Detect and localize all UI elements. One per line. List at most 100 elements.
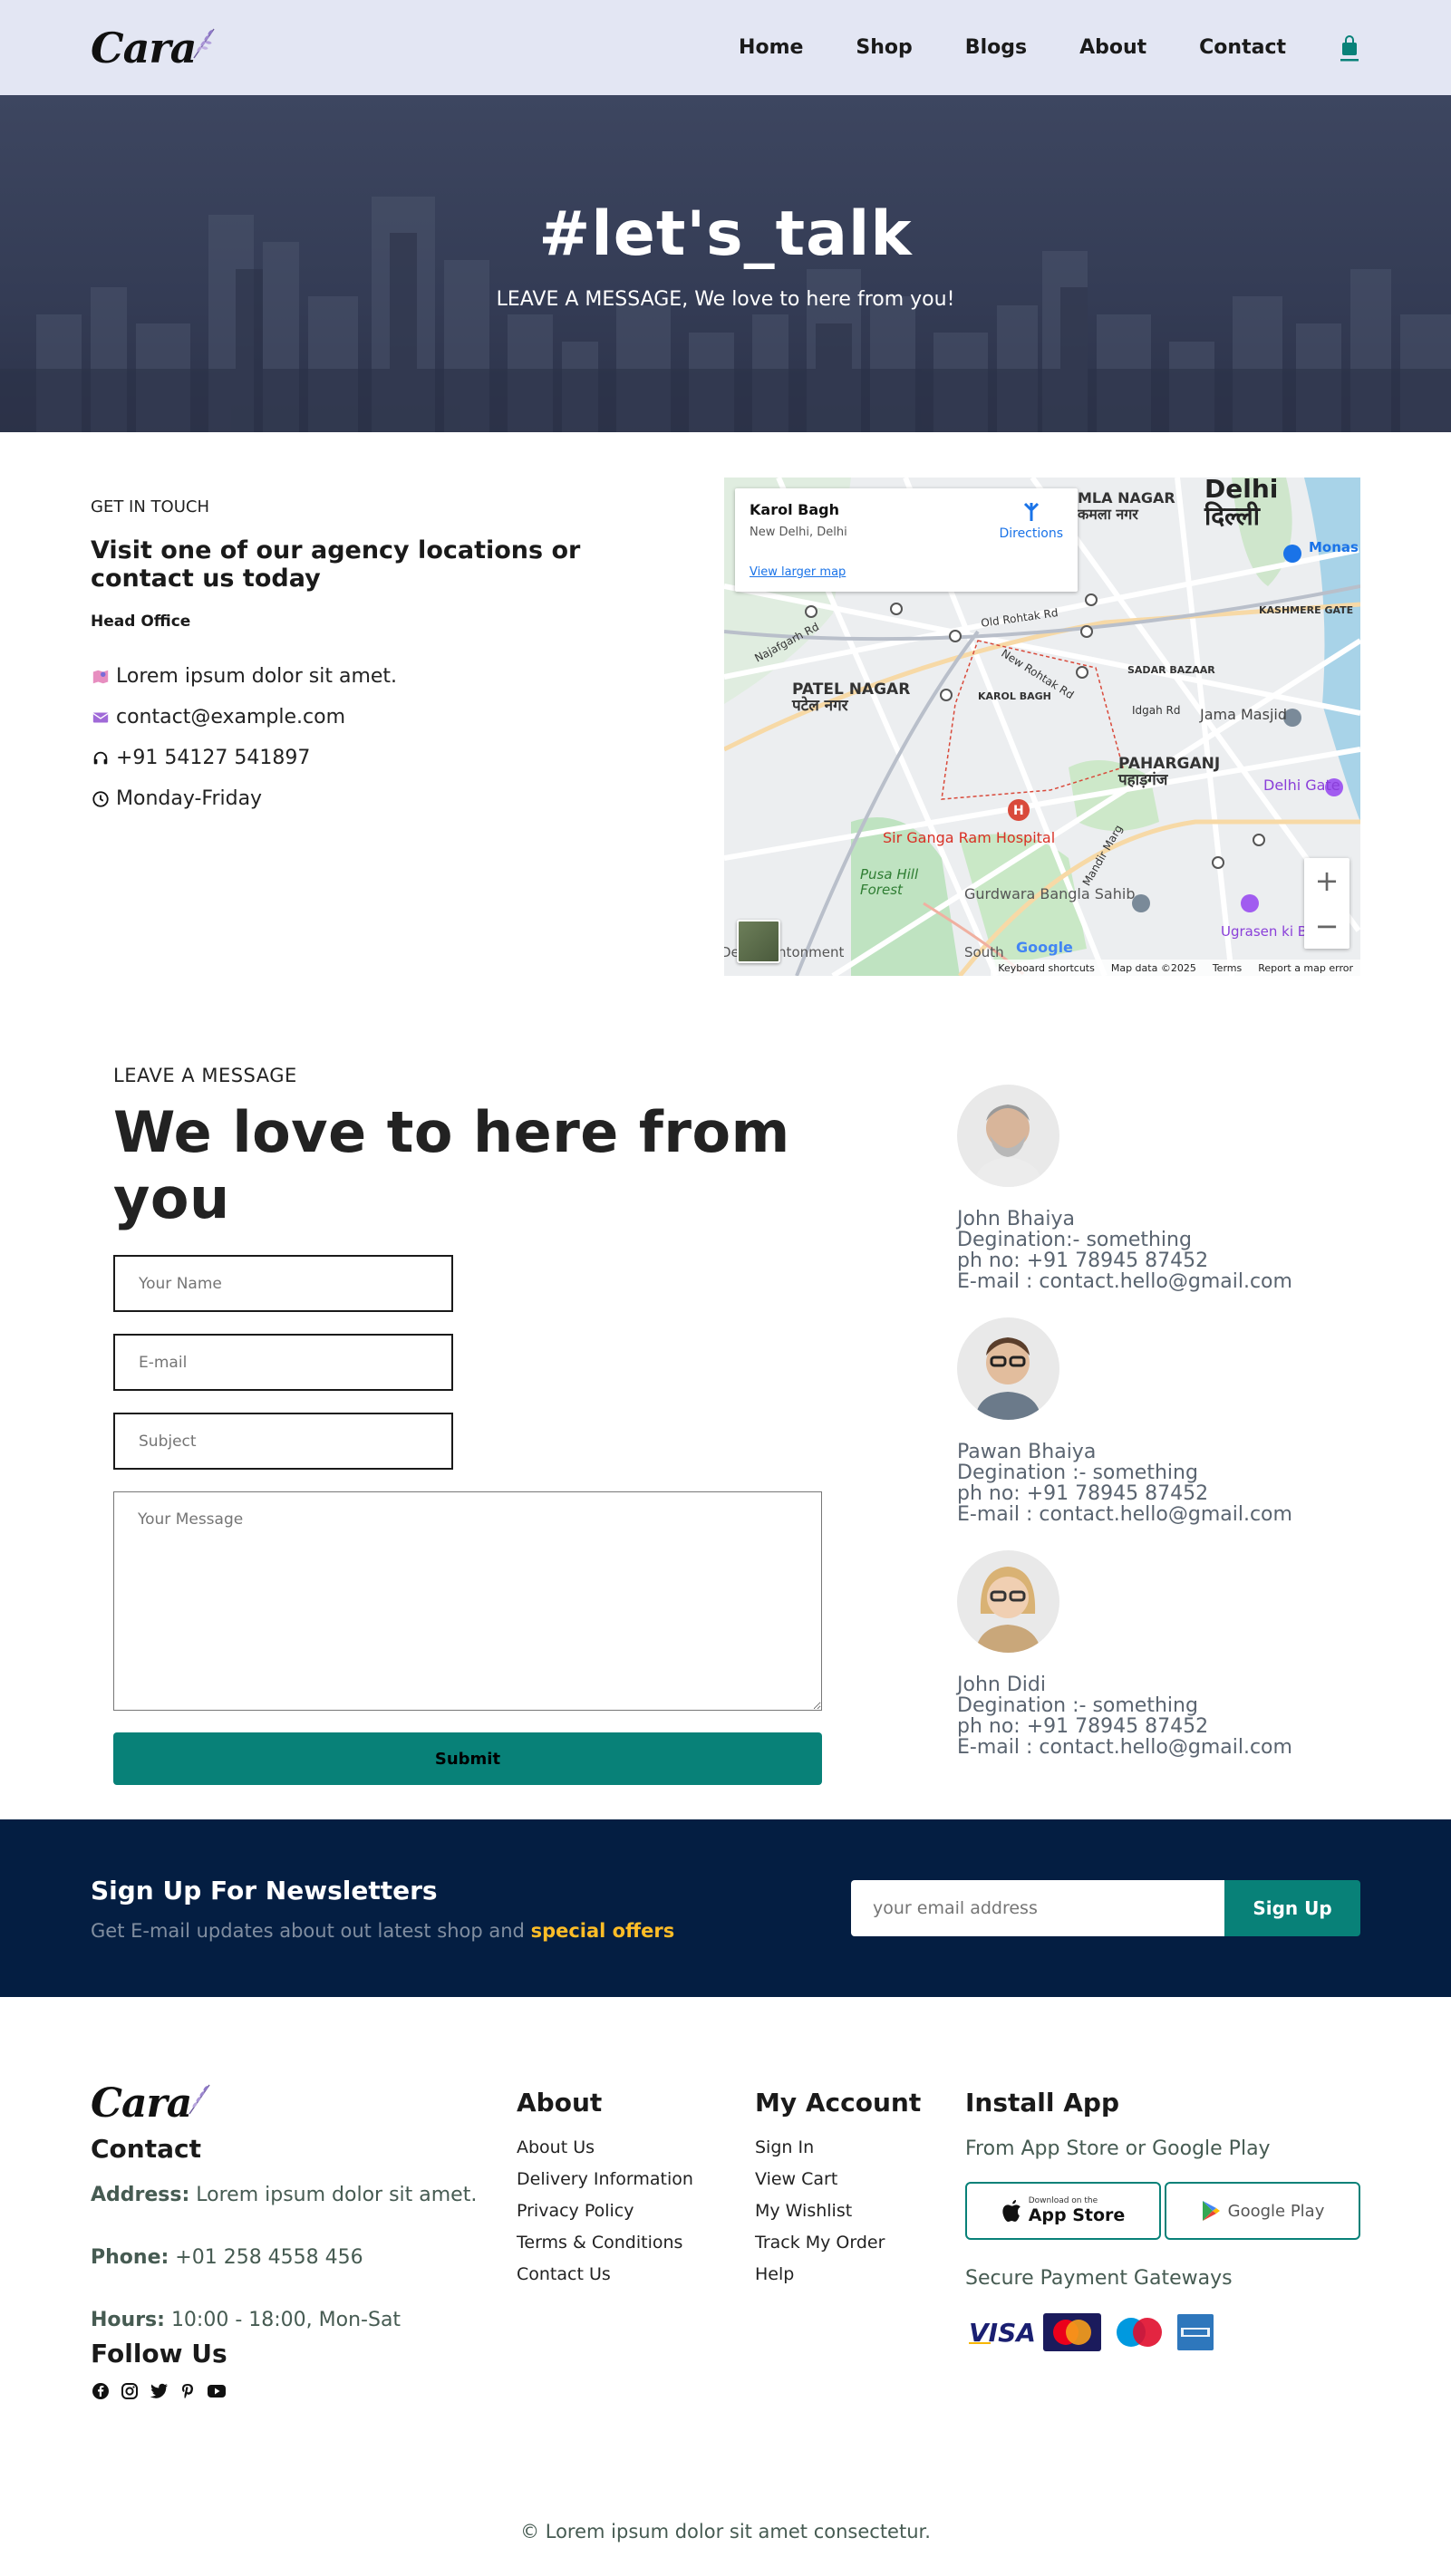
wishlist-link[interactable]: My Wishlist [755,2201,965,2221]
map-label-gurdwara: Gurdwara Bangla Sahib [964,885,1136,902]
follow-us-title: Follow Us [91,2339,227,2369]
keyboard-shortcuts-link[interactable]: Keyboard shortcuts [998,962,1095,974]
visa-icon: VISA [969,2318,1034,2348]
privacy-policy-link[interactable]: Privacy Policy [517,2201,755,2221]
social-links [91,2381,517,2401]
footer-contact-title: Contact [91,2134,201,2164]
map-label-kamla: MLA NAGAR कमला नगर [1078,490,1175,523]
american-express-icon [1177,2314,1214,2350]
member-role: Degination:- something [957,1229,1192,1251]
newsletter-section: Sign Up For Newsletters Get E-mail updat… [0,1819,1451,1997]
site-logo[interactable]: Cara [91,24,221,72]
map-label-karolbagh: KAROL BAGH [978,690,1051,702]
map-label-idgah: Idgah Rd [1132,704,1181,717]
team-member: John Didi Degination :- something ph no:… [957,1550,1360,1758]
help-link[interactable]: Help [755,2264,965,2284]
about-us-link[interactable]: About Us [517,2137,755,2157]
pinterest-icon[interactable] [178,2381,198,2401]
contact-form: LEAVE A MESSAGE We love to here from you… [113,1065,822,1785]
directions-label: Directions [999,526,1063,541]
address-row: Lorem ipsum dolor sit amet. [91,665,671,688]
delivery-info-link[interactable]: Delivery Information [517,2169,755,2189]
newsletter-description: Get E-mail updates about out latest shop… [91,1920,674,1942]
install-app-title: Install App [965,2088,1119,2118]
map-label-paharganj: PAHARGANJ पहाड़गंज [1118,756,1220,788]
report-error-link[interactable]: Report a map error [1258,962,1353,974]
view-cart-link[interactable]: View Cart [755,2169,965,2189]
nav-about[interactable]: About [1079,36,1146,59]
youtube-icon[interactable] [207,2381,227,2401]
member-name: Pawan Bhaiya [957,1441,1097,1463]
nav-blogs[interactable]: Blogs [965,36,1027,59]
footer-logo[interactable]: Cara [91,2080,517,2127]
submit-button[interactable]: Submit [113,1732,822,1785]
map-data-text: Map data ©2025 [1110,961,1196,974]
member-role: Degination :- something [957,1694,1198,1717]
directions-button[interactable]: Directions [999,501,1063,541]
twitter-icon[interactable] [149,2381,169,2401]
hero-title: #let's_talk [538,198,913,270]
map-icon [91,667,111,687]
map-label-hospital: Sir Ganga Ram Hospital [883,829,1056,846]
head-office-label: Head Office [91,613,191,632]
my-account-title: My Account [755,2088,922,2118]
satellite-toggle[interactable] [737,920,780,963]
shopping-bag-icon[interactable] [1339,34,1360,62]
sign-in-link[interactable]: Sign In [755,2137,965,2157]
phone-text[interactable]: +91 54127 541897 [116,747,310,769]
footer-account-column: My Account Sign In View Cart My Wishlist… [755,2080,965,2401]
install-app-subtitle: From App Store or Google Play [965,2137,1271,2160]
patel-hi: पटेल नगर [792,697,848,715]
member-role: Degination :- something [957,1462,1198,1484]
google-play-button[interactable]: Google Play [1165,2182,1360,2240]
member-phone: ph no: +91 78945 87452 [957,1715,1209,1738]
location-map[interactable]: H Delhi दिल्ली MLA NAGAR कमला नगर Monas KA… [724,478,1360,976]
address-label: Address: [91,2184,190,2206]
zoom-in-button[interactable]: + [1304,858,1349,903]
team-list: John Bhaiya Degination:- something ph no… [957,1085,1360,1785]
footer-columns: Cara Contact Address: Lorem ipsum dolor … [0,2080,1451,2401]
google-logo: Google [1016,939,1073,956]
newsletter-title: Sign Up For Newsletters [91,1875,438,1905]
contact-us-link[interactable]: Contact Us [517,2264,755,2284]
map-label-south: South [964,944,1004,960]
name-input[interactable] [113,1255,453,1312]
avatar [957,1085,1059,1187]
team-member-details: John Bhaiya Degination:- something ph no… [957,1209,1360,1292]
about-links: About Us Delivery Information Privacy Po… [517,2137,755,2284]
map-terms-link[interactable]: Terms [1213,962,1242,974]
nav-contact[interactable]: Contact [1199,36,1286,59]
email-input[interactable] [113,1334,453,1391]
payment-card-logos: VISA [965,2313,1360,2351]
member-name: John Didi [957,1674,1046,1696]
footer-install-column: Install App From App Store or Google Pla… [965,2080,1360,2401]
view-larger-map-link[interactable]: View larger map [750,565,846,579]
contact-heading: Visit one of our agency locations or con… [91,536,581,593]
facebook-icon[interactable] [91,2381,111,2401]
phone-value: +01 258 4558 456 [175,2246,363,2269]
download-on-label: Download on the [1028,2196,1098,2205]
nav-shop[interactable]: Shop [856,36,912,59]
team-member-details: Pawan Bhaiya Degination :- something ph … [957,1442,1360,1525]
team-member: Pawan Bhaiya Degination :- something ph … [957,1317,1360,1525]
map-label-pusa: Pusa Hill Forest [860,866,919,898]
track-order-link[interactable]: Track My Order [755,2233,965,2253]
avatar [957,1317,1059,1420]
newsletter-email-input[interactable] [851,1880,1224,1936]
zoom-out-button[interactable]: − [1304,903,1349,949]
map-label-ugrasen: Ugrasen ki B [1221,923,1308,940]
footer-phone: Phone: +01 258 4558 456 [91,2246,517,2269]
instagram-icon[interactable] [120,2381,140,2401]
map-label-sadar: SADAR BAZAAR [1127,664,1215,676]
email-text[interactable]: contact@example.com [116,706,345,728]
subject-input[interactable] [113,1413,453,1470]
kamla-en: MLA NAGAR [1078,489,1175,507]
nav-home[interactable]: Home [739,36,803,59]
app-store-text: Download on the App Store [1029,2196,1126,2225]
form-heading: We love to here from you [113,1099,790,1231]
member-email: E-mail : contact.hello@gmail.com [957,1270,1292,1293]
terms-link[interactable]: Terms & Conditions [517,2233,755,2253]
sign-up-button[interactable]: Sign Up [1224,1880,1360,1936]
app-store-button[interactable]: Download on the App Store [965,2182,1161,2240]
message-textarea[interactable] [113,1491,822,1711]
